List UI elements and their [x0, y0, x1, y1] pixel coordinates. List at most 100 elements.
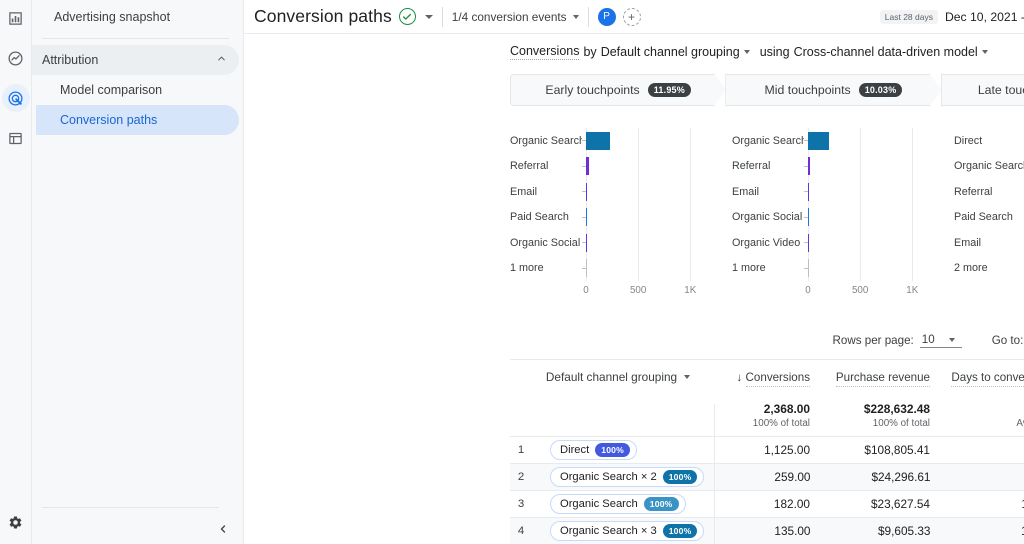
- step-percent: 10.03%: [859, 83, 903, 97]
- chart-bar[interactable]: [586, 183, 587, 201]
- sidebar-nav: Advertising snapshot Attribution Model c…: [32, 0, 244, 544]
- pagination-controls: Rows per page: 10 Go to: 1 1-10 of 121: [510, 322, 1024, 360]
- chart-bar-row: Organic Social: [510, 230, 732, 256]
- title-dropdown-caret-icon[interactable]: [425, 15, 433, 19]
- sidebar-item-label: Conversion paths: [60, 113, 157, 127]
- gridline: [912, 154, 913, 180]
- table-row[interactable]: 2Organic Search × 2100%259.00$24,296.619…: [510, 464, 1024, 490]
- path-chip[interactable]: Direct100%: [550, 440, 637, 460]
- chart-bar-row: 1 more: [510, 256, 732, 282]
- chart-bar[interactable]: [808, 157, 810, 175]
- sidebar-item-label: Advertising snapshot: [54, 10, 170, 24]
- chart-bar-row: Email: [732, 179, 954, 205]
- table-row[interactable]: 4Organic Search × 3100%135.00$9,605.3314…: [510, 518, 1024, 544]
- table-row[interactable]: 3Organic Search100%182.00$23,627.5411.85…: [510, 491, 1024, 517]
- chart-rows: Organic SearchReferralEmailOrganic Socia…: [732, 128, 954, 281]
- chart-plot-cell: [586, 128, 732, 154]
- axis-tick-label: 1K: [684, 285, 696, 296]
- collapse-sidebar-button[interactable]: [210, 516, 236, 542]
- icon-rail: [0, 0, 32, 544]
- report-body: Conversions by Default channel grouping …: [244, 44, 1024, 544]
- cell-purchase-revenue: $108,805.41: [814, 443, 934, 457]
- sidebar-group-attribution[interactable]: Attribution: [32, 45, 239, 75]
- table-header-row: Default channel grouping ↓ Conversions P…: [510, 360, 1024, 394]
- chevron-down-icon[interactable]: [744, 50, 750, 54]
- chart-plot-cell: [808, 154, 954, 180]
- add-comparison-button[interactable]: +: [623, 8, 641, 26]
- chart-bar[interactable]: [808, 132, 829, 150]
- paths-table: Default channel grouping ↓ Conversions P…: [510, 360, 1024, 544]
- avatar[interactable]: P: [598, 8, 616, 26]
- row-rank: 1: [510, 444, 532, 456]
- gridline: [638, 128, 639, 154]
- chart-bar-row: 1 more: [732, 256, 954, 282]
- column-header-days-to-conversion[interactable]: Days to conversion: [934, 371, 1024, 384]
- axis-tick-label: 0: [805, 285, 810, 296]
- chart-bar-row: Direct: [954, 128, 1024, 154]
- touchpoint-steps: Early touchpoints 11.95% Mid touchpoints…: [510, 74, 1024, 106]
- column-header-purchase-revenue[interactable]: Purchase revenue: [814, 371, 934, 384]
- chart-bar[interactable]: [808, 183, 809, 201]
- library-icon[interactable]: [2, 124, 30, 152]
- explore-icon[interactable]: [2, 44, 30, 72]
- breadcrumb-model[interactable]: Cross-channel data-driven model: [794, 45, 978, 59]
- sidebar-group-label: Attribution: [42, 53, 98, 67]
- breadcrumb-dimension[interactable]: Default channel grouping: [601, 45, 740, 59]
- advertising-icon[interactable]: [2, 84, 30, 112]
- breadcrumb-using: using: [760, 45, 790, 59]
- chevron-down-icon: [573, 15, 579, 19]
- sidebar-item-advertising-snapshot[interactable]: Advertising snapshot: [32, 2, 239, 32]
- conversion-events-selector[interactable]: 1/4 conversion events: [452, 10, 579, 24]
- gridline: [690, 179, 691, 205]
- row-rank: 3: [510, 498, 532, 510]
- chart-category-label: Paid Search: [954, 211, 1024, 223]
- date-range-selector[interactable]: Last 28 days Dec 10, 2021 - Jan 6, 2022: [880, 10, 1024, 24]
- chart-bar[interactable]: [586, 157, 589, 175]
- gridline: [638, 154, 639, 180]
- step-early-touchpoints[interactable]: Early touchpoints 11.95%: [510, 74, 726, 106]
- chart-category-label: Organic Search: [510, 135, 582, 147]
- chart-bar-row: Referral: [732, 154, 954, 180]
- chart-category-label: Referral: [732, 160, 804, 172]
- step-late-touchpoints[interactable]: Late touchpoints 78.02%: [941, 74, 1024, 106]
- table-row[interactable]: 1Direct100%1,125.00$108,805.410.001: [510, 437, 1024, 463]
- dimension-selector[interactable]: Default channel grouping: [532, 370, 704, 384]
- sidebar-item-conversion-paths[interactable]: Conversion paths: [36, 105, 239, 135]
- chevron-down-icon[interactable]: [982, 50, 988, 54]
- chart-bar-row: Organic Search: [510, 128, 732, 154]
- chart-bar-row: Referral: [954, 179, 1024, 205]
- verified-check-icon: [399, 8, 416, 25]
- chart-bar-row: Paid Search: [954, 205, 1024, 231]
- chart-bar[interactable]: [586, 132, 610, 150]
- cell-days-to-conversion: 11.85: [934, 497, 1024, 511]
- gridline: [638, 230, 639, 256]
- path-chip[interactable]: Organic Search × 3100%: [550, 521, 704, 541]
- chart-x-axis: 05001K: [510, 283, 732, 301]
- row-dimension-cell: Organic Search100%: [532, 494, 704, 514]
- cell-conversions: 182.00: [704, 497, 814, 511]
- breadcrumb-metric[interactable]: Conversions: [510, 44, 579, 60]
- sidebar-item-model-comparison[interactable]: Model comparison: [36, 75, 239, 105]
- sidebar-divider: [42, 38, 229, 39]
- reports-icon[interactable]: [2, 4, 30, 32]
- gridline: [912, 205, 913, 231]
- chart-bar-row: Email: [954, 230, 1024, 256]
- chart-category-label: Email: [732, 186, 804, 198]
- chart-plot-cell: [586, 256, 732, 282]
- page-header: Conversion paths 1/4 conversion events P…: [244, 0, 1024, 34]
- step-label: Early touchpoints: [545, 83, 639, 97]
- summary-subtext: 100% of total: [704, 418, 810, 429]
- gear-icon[interactable]: [2, 508, 30, 536]
- step-mid-touchpoints[interactable]: Mid touchpoints 10.03%: [725, 74, 941, 106]
- axis-tick-label: 500: [630, 285, 646, 296]
- axis-pad: [954, 283, 1024, 301]
- column-header-conversions[interactable]: ↓ Conversions: [704, 371, 814, 384]
- chart-category-label: Organic Search: [954, 160, 1024, 172]
- breadcrumb: Conversions by Default channel grouping …: [510, 44, 1024, 60]
- path-chip-percent: 100%: [644, 497, 679, 511]
- path-chip[interactable]: Organic Search100%: [550, 494, 686, 514]
- rows-per-page-select[interactable]: 10: [920, 333, 962, 348]
- path-chip[interactable]: Organic Search × 2100%: [550, 467, 704, 487]
- sidebar-bottom-divider: [42, 507, 219, 508]
- cell-days-to-conversion: 0.00: [934, 443, 1024, 457]
